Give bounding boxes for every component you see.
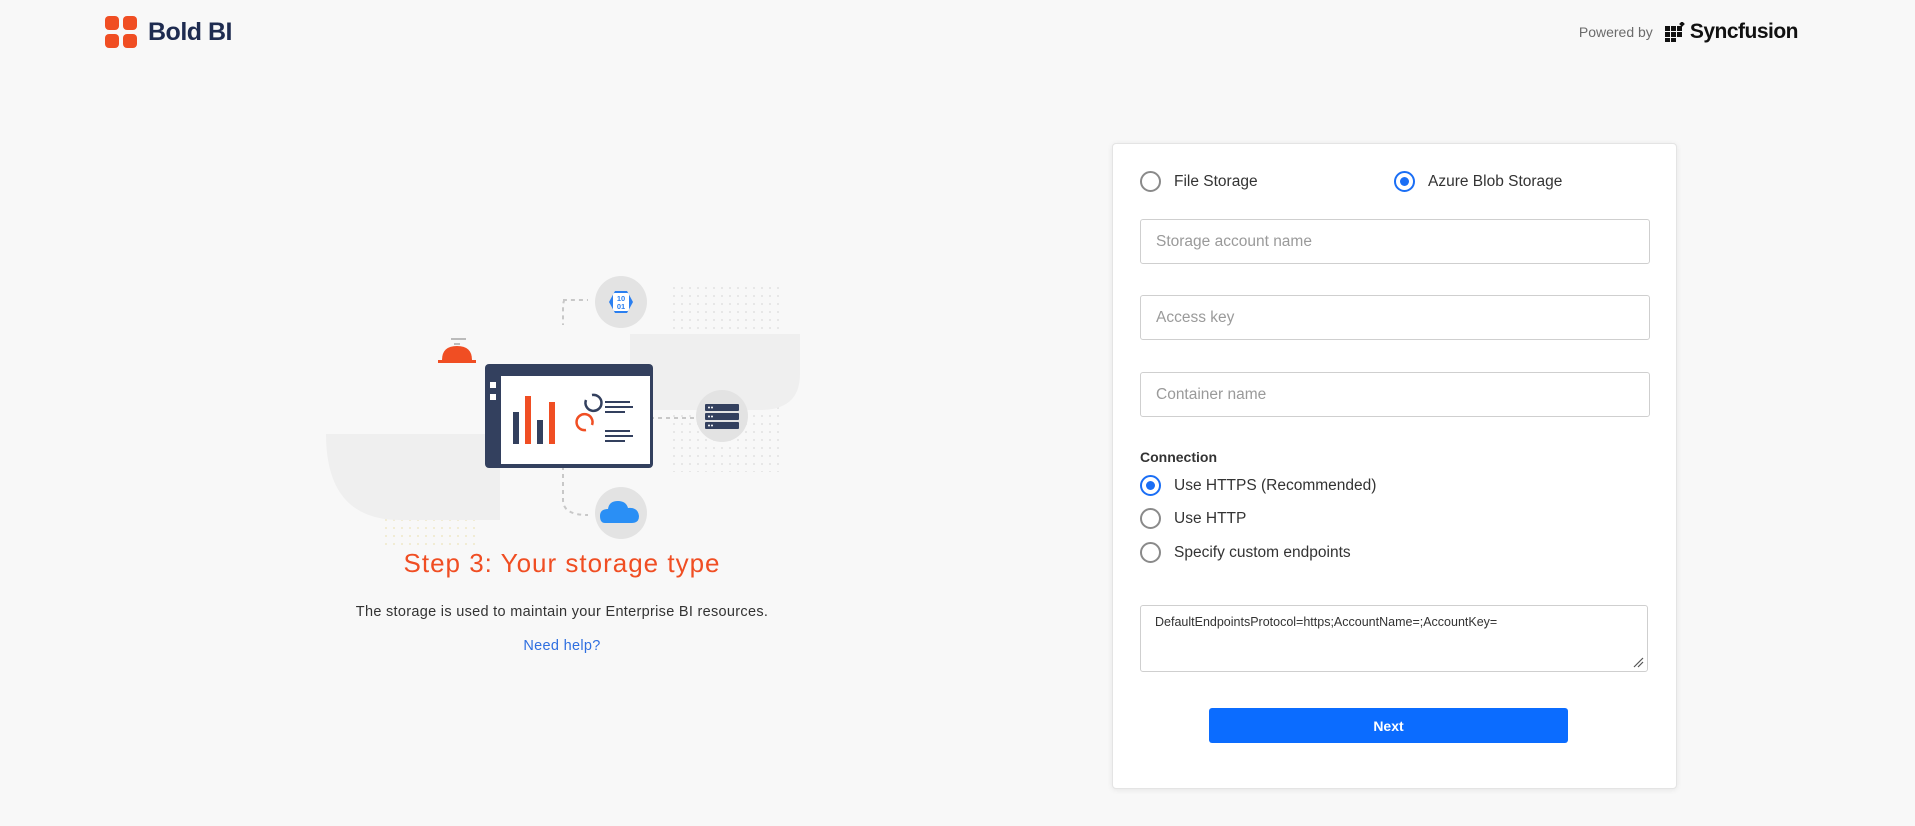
server-icon <box>696 390 748 442</box>
storage-form-card: File Storage Azure Blob Storage Connecti… <box>1112 143 1677 789</box>
boldbi-logo-icon <box>104 15 138 48</box>
radio-label: Azure Blob Storage <box>1428 172 1563 190</box>
dashboard-window-icon <box>485 364 653 468</box>
radio-label: Use HTTP <box>1174 509 1247 527</box>
connection-string-textarea[interactable]: DefaultEndpointsProtocol=https;AccountNa… <box>1140 605 1648 672</box>
container-name-input[interactable] <box>1140 372 1650 417</box>
access-key-input[interactable] <box>1140 295 1650 340</box>
step-title: Step 3: Your storage type <box>403 548 721 578</box>
resize-grip-icon[interactable] <box>1632 656 1644 668</box>
radio-use-https[interactable]: Use HTTPS (Recommended) <box>1140 475 1376 496</box>
storage-account-name-input[interactable] <box>1140 219 1650 264</box>
binary-badge-line-2: 01 <box>617 302 625 311</box>
radio-use-http[interactable]: Use HTTP <box>1140 508 1246 529</box>
radio-button[interactable] <box>1140 542 1161 563</box>
radio-custom-endpoints[interactable]: Specify custom endpoints <box>1140 542 1351 563</box>
step-description: The storage is used to maintain your Ent… <box>355 604 769 620</box>
brand-name: Bold BI <box>148 17 233 46</box>
storage-illustration: 10 01 <box>326 276 800 550</box>
partner-name: Syncfusion <box>1689 20 1799 43</box>
radio-button[interactable] <box>1140 171 1161 192</box>
page-header: Bold BI Powered by Syncfusion <box>0 0 1915 70</box>
cloud-icon <box>595 487 647 539</box>
connection-label: Connection <box>1140 449 1217 465</box>
syncfusion-logo: Syncfusion <box>1664 20 1799 44</box>
radio-azure-blob-storage[interactable]: Azure Blob Storage <box>1394 171 1562 192</box>
radio-label: File Storage <box>1174 172 1258 190</box>
radio-file-storage[interactable]: File Storage <box>1140 171 1258 192</box>
next-button[interactable]: Next <box>1209 708 1568 743</box>
boldbi-logo: Bold BI <box>104 15 233 49</box>
syncfusion-logo-icon <box>1664 22 1685 42</box>
radio-label: Use HTTPS (Recommended) <box>1174 476 1377 494</box>
powered-by: Powered by Syncfusion <box>1578 20 1799 44</box>
binary-hexagon-icon: 10 01 <box>595 276 647 328</box>
powered-by-label: Powered by <box>1578 24 1653 40</box>
radio-button[interactable] <box>1140 475 1161 496</box>
radio-label: Specify custom endpoints <box>1174 543 1351 561</box>
need-help-link[interactable]: Need help? <box>262 638 862 654</box>
cloud-dome-icon <box>438 338 476 363</box>
radio-button[interactable] <box>1140 508 1161 529</box>
radio-button[interactable] <box>1394 171 1415 192</box>
